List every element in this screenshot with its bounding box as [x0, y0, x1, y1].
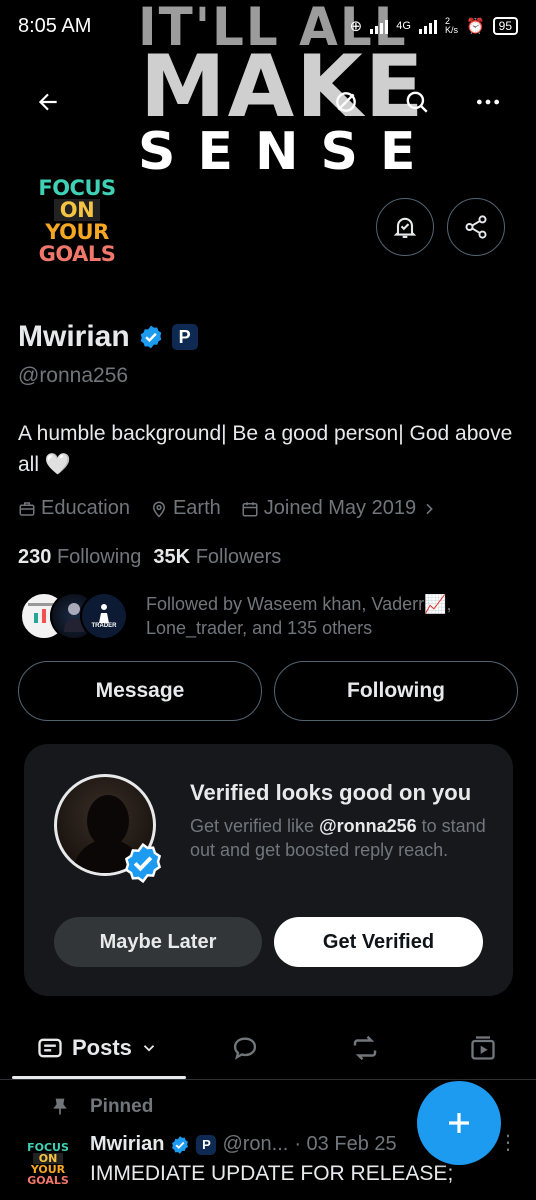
profile-meta: Education Earth Joined May 2019: [18, 497, 437, 520]
profile-name: Mwirian: [18, 320, 130, 353]
share-button[interactable]: [447, 198, 505, 256]
incognito-icon: [336, 92, 356, 112]
tab-posts[interactable]: Posts: [36, 1028, 158, 1068]
verified-badge-icon: [172, 1135, 189, 1154]
calendar-icon: [242, 501, 258, 516]
message-button[interactable]: Message: [18, 661, 262, 721]
card-title: Verified looks good on you: [190, 780, 472, 805]
alarm-icon: ⏰: [465, 18, 485, 35]
tab-indicator: [12, 1076, 186, 1079]
incognito-button[interactable]: [322, 78, 370, 126]
repost-icon: [353, 1035, 377, 1061]
more-icon: [476, 99, 500, 105]
joined-item[interactable]: Joined May 2019: [241, 497, 437, 520]
affiliate-badge[interactable]: P: [171, 324, 198, 350]
search-button[interactable]: [393, 78, 441, 126]
signal-2-icon: [418, 18, 437, 34]
briefcase-icon: [19, 501, 35, 516]
maybe-later-button[interactable]: Maybe Later: [54, 917, 262, 967]
search-icon: [406, 91, 428, 113]
share-icon: [465, 215, 487, 239]
following-button[interactable]: Following: [274, 661, 518, 721]
profile-tabs: Posts: [0, 1020, 536, 1080]
card-text: Get verified like @ronna256 to stand out…: [190, 816, 486, 860]
followers-link[interactable]: 35K Followers: [153, 546, 281, 569]
location-item: Earth: [150, 497, 221, 520]
back-arrow-icon: [38, 93, 57, 111]
profile-name-row: Mwirian P: [18, 320, 198, 354]
post-date: · 03 Feb 25: [294, 1133, 397, 1155]
chevron-down-icon: [143, 1045, 155, 1052]
post-text: IMMEDIATE UPDATE FOR RELEASE;: [90, 1162, 454, 1185]
tab-replies[interactable]: [231, 1028, 259, 1068]
follow-counts: 230 Following 35K Followers: [18, 546, 281, 569]
more-button[interactable]: [464, 78, 512, 126]
chevron-right-icon: [426, 503, 433, 514]
followed-by-text: Followed by Waseem khan, Vaderr📈, Lone_t…: [146, 594, 452, 638]
status-bar: 8:05 AM ⊕ 4G 2 K/s ⏰ 95: [0, 0, 536, 52]
pinned-label: Pinned: [50, 1096, 153, 1118]
battery-icon: 95: [492, 17, 518, 35]
media-icon: [471, 1036, 495, 1060]
post-avatar[interactable]: FOCUS ON YOUR GOALS: [18, 1134, 78, 1194]
hotspot-icon: ⊕: [349, 18, 363, 35]
follower-avatar-3: TRADER: [80, 592, 128, 640]
post-author[interactable]: Mwirian: [90, 1133, 164, 1156]
bell-icon: [393, 217, 417, 238]
back-button[interactable]: [24, 78, 72, 126]
plus-icon: [449, 1113, 469, 1133]
reply-icon: [233, 1037, 257, 1060]
profile-handle: @ronna256: [18, 364, 129, 387]
affiliate-badge: P: [196, 1134, 217, 1155]
followed-by[interactable]: TRADER Followed by Waseem khan, Vaderr📈,…: [20, 592, 496, 640]
following-link[interactable]: 230 Following: [18, 546, 141, 569]
banner-text-line2: MAKE: [140, 37, 426, 137]
tab-reposts[interactable]: [350, 1028, 380, 1068]
status-time: 8:05 AM: [18, 14, 92, 37]
tab-media[interactable]: [469, 1028, 497, 1068]
get-verified-button[interactable]: Get Verified: [274, 917, 483, 967]
verified-upsell-card: Verified looks good on you Get verified …: [24, 744, 513, 996]
category-item: Education: [18, 497, 130, 520]
notifications-button[interactable]: [376, 198, 434, 256]
posts-icon: [38, 1038, 62, 1058]
verified-badge-icon: [124, 842, 162, 884]
post-header: Mwirian P @ron... · 03 Feb 25: [90, 1133, 397, 1156]
data-speed: 2 K/s: [444, 16, 458, 35]
signal-icon: [370, 18, 389, 34]
compose-button[interactable]: [417, 1081, 501, 1165]
profile-bio: A humble background| Be a good person| G…: [18, 422, 513, 476]
banner-text-line3: SENSE: [138, 122, 438, 182]
pin-icon: [53, 1098, 67, 1115]
post-more-icon[interactable]: ⋮: [498, 1130, 518, 1155]
post-handle: @ron...: [222, 1133, 289, 1155]
profile-avatar[interactable]: FOCUS ON YOUR GOALS: [16, 160, 138, 282]
network-type: 4G: [396, 20, 411, 32]
location-icon: [152, 501, 165, 518]
verified-badge-icon[interactable]: [138, 324, 164, 350]
